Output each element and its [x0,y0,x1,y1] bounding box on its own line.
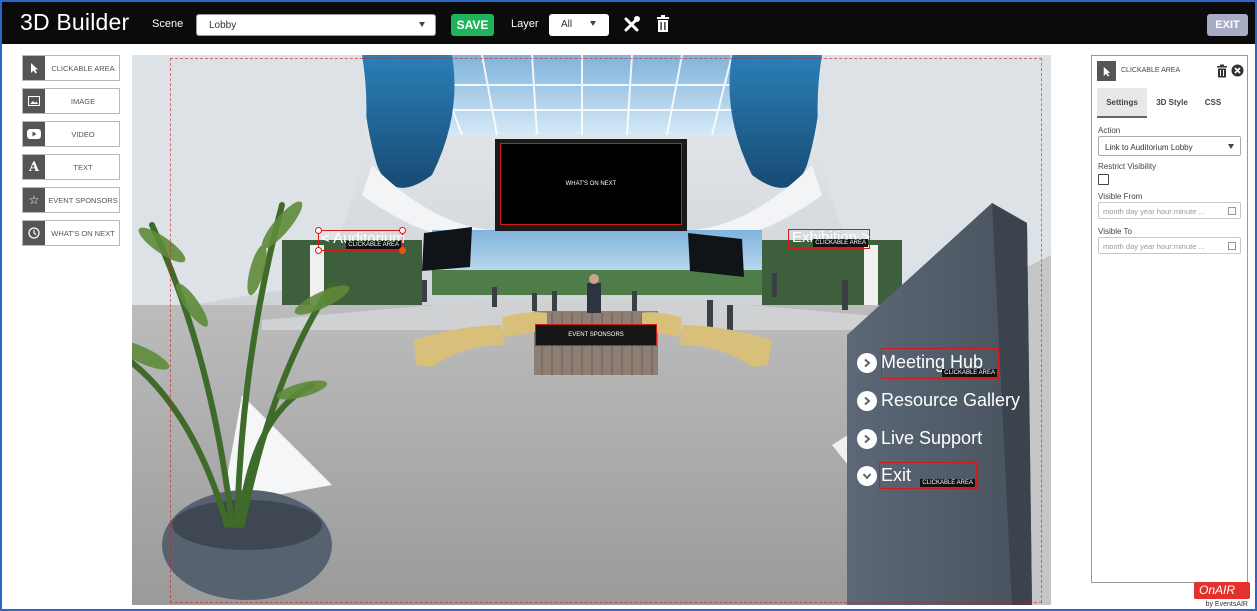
panel-title: CLICKABLE AREA [1121,67,1181,74]
close-icon[interactable] [1231,64,1244,82]
resize-handle[interactable] [315,247,322,254]
add-clickable-area-button[interactable]: CLICKABLE AREA [22,55,120,81]
clickable-area-meeting-hub[interactable]: CLICKABLE AREA [881,348,999,379]
scene-canvas[interactable]: WHAT'S ON NEXT < Auditorium CLICKABLE AR… [132,55,1051,605]
clickable-area-tag: CLICKABLE AREA [813,239,868,247]
clickable-area-exit[interactable]: CLICKABLE AREA [879,462,977,489]
app-title: 3D Builder [20,9,130,35]
image-icon [23,89,45,113]
chevron-right-icon [857,428,877,449]
menu-item-resource-gallery: Resource Gallery [857,390,1020,411]
menu-item-live-support: Live Support [857,428,982,449]
menu-item-label: Resource Gallery [881,390,1021,410]
tab-3d-style[interactable]: 3D Style [1149,88,1195,118]
visible-from-placeholder: month day year hour:minute ... [1103,207,1205,216]
cursor-icon [1097,61,1116,81]
eventsair-byline: by EventsAIR [1205,601,1248,608]
onair-logo-badge: OnAIR [1194,582,1250,599]
chevron-right-icon [857,352,877,373]
tools-icon[interactable] [622,14,642,34]
exit-button[interactable]: EXIT [1207,14,1248,36]
chevron-down-icon [857,465,877,486]
text-icon: A [23,155,45,179]
clickable-area-tag: CLICKABLE AREA [942,369,997,377]
add-image-button[interactable]: IMAGE [22,88,120,114]
resize-handle[interactable] [399,227,406,234]
visible-to-label: Visible To [1098,227,1132,236]
visible-from-label: Visible From [1098,192,1143,201]
calendar-icon[interactable] [1228,207,1236,215]
chevron-right-icon [857,390,877,411]
onair-logo: OnAIR by EventsAIR [1194,582,1250,609]
event-sponsors-label: EVENT SPONSORS [568,332,624,338]
tab-settings[interactable]: Settings [1097,88,1147,118]
restrict-visibility-label: Restrict Visibility [1098,162,1157,171]
resize-handle[interactable] [315,227,322,234]
chevron-down-icon [1228,144,1234,149]
panel-header: CLICKABLE AREA [1097,61,1244,83]
layer-select-value: All [561,19,573,30]
visible-to-placeholder: month day year hour:minute ... [1103,242,1205,251]
cursor-icon [23,56,45,80]
layer-select[interactable]: All [549,14,609,36]
toolbox-item-label: EVENT SPONSORS [48,196,118,205]
save-button[interactable]: SAVE [451,14,494,36]
action-select-value: Link to Auditorium Lobby [1105,143,1193,152]
top-bar: 3D Builder Scene Lobby SAVE Layer All EX… [2,2,1255,44]
clickable-area-auditorium[interactable]: < Auditorium CLICKABLE AREA [315,227,406,254]
chevron-down-icon [590,21,596,26]
action-select[interactable]: Link to Auditorium Lobby [1098,136,1241,156]
layer-label: Layer [511,18,539,30]
scene-label: Scene [152,18,184,30]
scene-select-value: Lobby [209,20,237,31]
clickable-area-tag: CLICKABLE AREA [920,479,975,487]
clickable-area-tag: CLICKABLE AREA [346,241,401,249]
whats-on-next-label: WHAT'S ON NEXT [565,181,617,187]
visible-to-input[interactable]: month day year hour:minute ... [1098,237,1241,254]
app-window: 3D Builder Scene Lobby SAVE Layer All EX… [0,0,1257,611]
event-sponsors-widget[interactable]: EVENT SPONSORS [535,324,657,346]
menu-item-label: Live Support [881,428,983,448]
clickable-area-exhibition[interactable]: Exhibition > CLICKABLE AREA [788,229,870,249]
tab-css[interactable]: CSS [1197,88,1229,118]
toolbox-item-label: WHAT'S ON NEXT [51,229,115,238]
calendar-icon[interactable] [1228,242,1236,250]
toolbox-item-label: IMAGE [70,97,96,106]
panel-tabs: Settings 3D Style CSS [1097,88,1242,118]
properties-panel: CLICKABLE AREA Settings 3D Style CSS Act… [1091,55,1248,583]
toolbox-item-label: TEXT [73,163,93,172]
video-icon [23,122,45,146]
toolbox-item-label: VIDEO [71,130,95,139]
restrict-visibility-checkbox[interactable] [1098,174,1109,185]
add-whats-on-next-button[interactable]: WHAT'S ON NEXT [22,220,120,246]
chevron-down-icon [419,22,425,27]
add-text-button[interactable]: A TEXT [22,154,120,180]
toolbox-item-label: CLICKABLE AREA [51,64,115,73]
resize-handle[interactable] [399,247,406,254]
clock-icon [23,221,45,245]
action-label: Action [1098,126,1121,135]
sponsors-icon: ☆ [23,188,45,212]
add-event-sponsors-button[interactable]: ☆ EVENT SPONSORS [22,187,120,213]
visible-from-input[interactable]: month day year hour:minute ... [1098,202,1241,219]
whats-on-next-widget[interactable]: WHAT'S ON NEXT [500,143,682,225]
element-toolbox: CLICKABLE AREA IMAGE VIDEO A TEXT ☆ EVEN… [22,55,120,253]
delete-element-icon[interactable] [1216,64,1228,83]
scene-select[interactable]: Lobby [196,14,436,36]
trash-icon[interactable] [653,14,673,34]
add-video-button[interactable]: VIDEO [22,121,120,147]
